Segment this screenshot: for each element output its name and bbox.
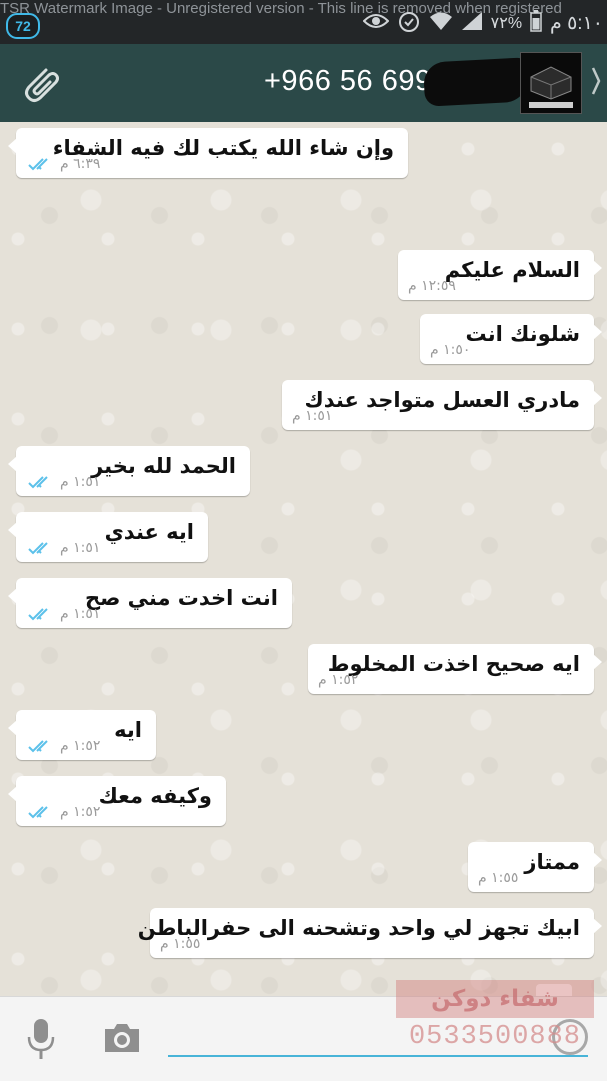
- chat-area[interactable]: وإن شاء الله يكتب لك فيه الشفاء ٦:٣٩ م ا…: [0, 122, 607, 996]
- wifi-icon: [429, 11, 453, 36]
- microphone-icon[interactable]: [26, 1017, 56, 1061]
- battery-percent: ٧٢%: [490, 15, 523, 32]
- message-time: ١:٥٢ م: [60, 804, 101, 820]
- read-ticks-icon: [28, 542, 48, 555]
- message-time: ١٢:٥٩ م: [408, 278, 456, 294]
- status-bar: TSR Watermark Image - Unregistered versi…: [0, 0, 607, 44]
- message-text: مادري العسل متواجد عندك: [304, 388, 580, 412]
- contact-title[interactable]: +966 56 699: [264, 65, 432, 98]
- stamp-name: شفاء دوكن: [431, 986, 559, 1012]
- alarm-icon: [397, 9, 421, 38]
- redaction-mark: [422, 57, 530, 107]
- message-text: شلونك انت: [465, 322, 580, 346]
- message-bubble[interactable]: ايه عندي ١:٥١ م: [8, 512, 208, 562]
- message-bubble[interactable]: الحمد لله بخير ١:٥١ م: [8, 446, 250, 496]
- message-time: ١:٥٥ م: [478, 870, 519, 886]
- read-ticks-icon: [28, 158, 48, 171]
- message-bubble[interactable]: ايه صحيح اخذت المخلوط ١:٥٢ م: [308, 644, 602, 694]
- camera-icon[interactable]: [102, 1021, 142, 1055]
- battery-icon: [530, 9, 542, 37]
- message-text: وإن شاء الله يكتب لك فيه الشفاء: [52, 136, 394, 160]
- message-time: ١:٥١ م: [60, 606, 101, 622]
- message-time: ١:٥١ م: [60, 474, 101, 490]
- message-text: ابيك تجهز لي واحد وتشحنه الى حفرالباطن: [137, 916, 580, 940]
- signal-icon: [461, 11, 483, 36]
- attach-icon[interactable]: [16, 60, 64, 108]
- read-ticks-icon: [28, 740, 48, 753]
- message-text: وكيفه معك: [98, 784, 212, 808]
- message-text: ايه عندي: [104, 520, 194, 544]
- message-text: انت اخدت مني صح: [84, 586, 278, 610]
- message-text: ممتاز: [524, 850, 580, 874]
- clock-text: ٥:١٠ م: [550, 12, 603, 34]
- contact-avatar[interactable]: [520, 52, 582, 114]
- read-ticks-icon: [28, 476, 48, 489]
- message-bubble[interactable]: وإن شاء الله يكتب لك فيه الشفاء ٦:٣٩ م: [8, 128, 408, 178]
- message-bubble[interactable]: ابيك تجهز لي واحد وتشحنه الى حفرالباطن ١…: [138, 908, 602, 958]
- message-time: ١:٥٥ م: [160, 936, 201, 952]
- message-bubble[interactable]: شلونك انت ١:٥٠ م: [420, 314, 602, 364]
- message-time: ١:٥٠ م: [430, 342, 471, 358]
- overflow-menu-icon[interactable]: [591, 66, 601, 103]
- eye-icon: [362, 13, 390, 34]
- chat-header: +966 56 699: [0, 44, 607, 122]
- read-ticks-icon: [28, 806, 48, 819]
- message-text: ايه صحيح اخذت المخلوط: [327, 652, 580, 676]
- message-time: ١:٥١ م: [60, 540, 101, 556]
- message-text: ايه: [114, 718, 142, 742]
- message-bubble[interactable]: ممتاز ١:٥٥ م: [468, 842, 602, 892]
- message-time: ١:٥٢ م: [60, 738, 101, 754]
- message-bubble[interactable]: مادري العسل متواجد عندك ١:٥١ م: [282, 380, 602, 430]
- message-bubble[interactable]: السلام عليكم ١٢:٥٩ م: [398, 250, 602, 300]
- message-bubble[interactable]: وكيفه معك ١:٥٢ م: [8, 776, 226, 826]
- notification-badge: 72: [6, 13, 40, 39]
- read-ticks-icon: [28, 608, 48, 621]
- message-text: الحمد لله بخير: [91, 454, 236, 478]
- stamp-phone: 0533500888: [408, 1022, 582, 1052]
- message-time: ٦:٣٩ م: [60, 156, 101, 172]
- message-time: ١:٥٢ م: [318, 672, 359, 688]
- contact-stamp-overlay: شفاء دوكن 0533500888: [396, 980, 594, 1060]
- message-bubble[interactable]: انت اخدت مني صح ١:٥١ م: [8, 578, 292, 628]
- message-text: السلام عليكم: [444, 258, 580, 282]
- message-time: ١:٥١ م: [292, 408, 333, 424]
- status-icons: ٧٢% ٥:١٠ م: [362, 9, 603, 38]
- message-bubble[interactable]: ايه ١:٥٢ م: [8, 710, 156, 760]
